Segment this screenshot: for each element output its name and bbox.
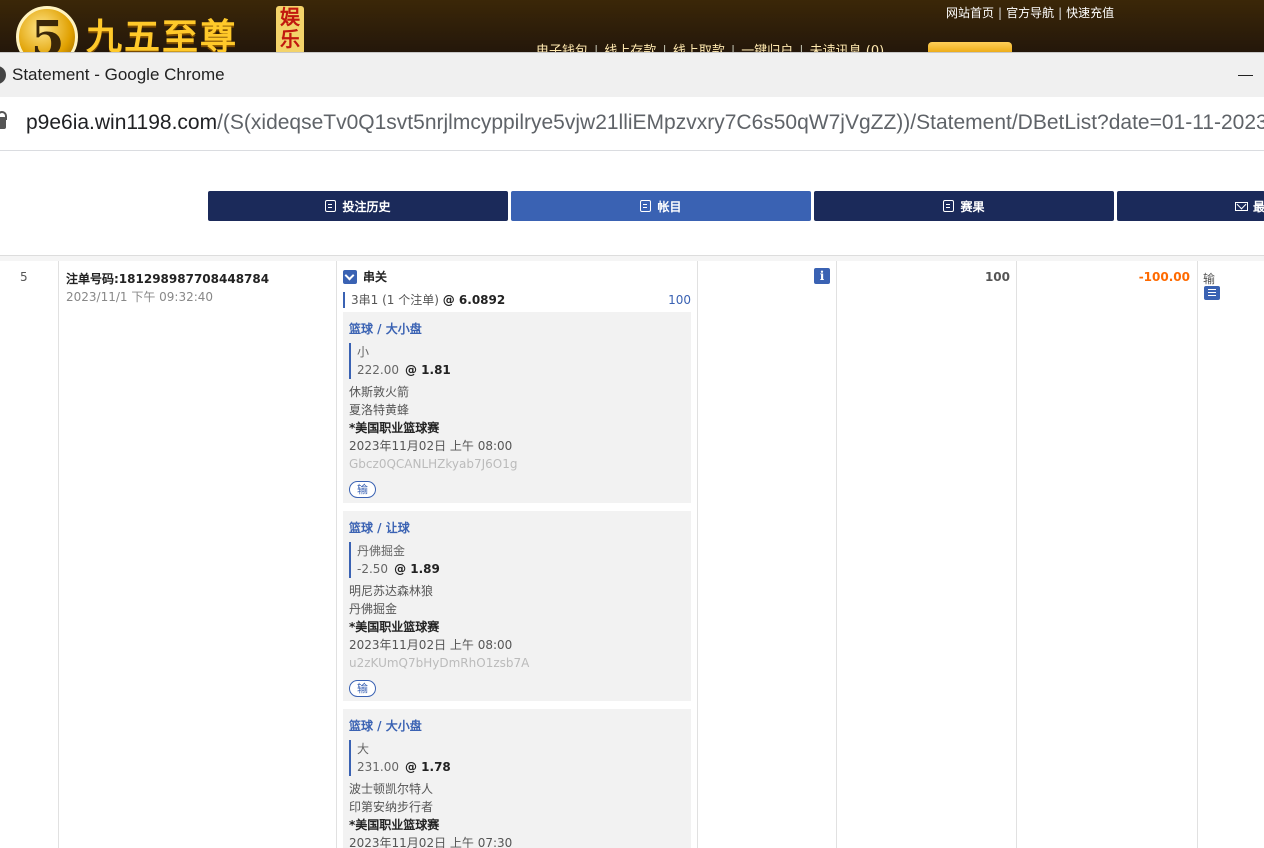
tab-bet-history[interactable]: 投注历史 <box>208 191 508 221</box>
leg-home-team: 明尼苏达森林狼 <box>349 584 434 598</box>
site-gold-button[interactable] <box>928 42 1012 52</box>
leg-kickoff: 2023年11月02日 上午 08:00 <box>349 439 513 453</box>
column-divider <box>836 261 837 848</box>
leg-status-badge: 输 <box>349 481 376 498</box>
bet-number: 注单号码:181298987708448784 <box>66 272 270 286</box>
url-host: p9e6ia.win1198.com <box>26 111 218 134</box>
leg-pick: 丹佛掘金 -2.50 @ 1.89 <box>349 542 685 578</box>
leg-league: *美国职业篮球赛 <box>349 818 440 832</box>
nav-messages[interactable]: 未读讯息 (0) <box>810 44 885 52</box>
url-path: /(S(xideqseTv0Q1svt5nrjlmcyppilrye5vjw21… <box>217 111 1264 134</box>
leg-ref-id: Gbcz0QCANLHZkyab7J6O1g <box>349 457 518 471</box>
leg-kickoff: 2023年11月02日 上午 07:30 <box>349 836 513 848</box>
results-icon <box>943 200 955 212</box>
site-top-links: 网站首页 | 官方导航 | 快速充值 <box>946 6 1115 20</box>
nav-withdraw[interactable]: 线上取款 <box>673 44 725 52</box>
leg-selection: 小 <box>357 345 370 359</box>
minimize-button[interactable] <box>1232 61 1260 89</box>
bet-win-loss: -100.00 <box>1138 270 1190 284</box>
statement-page: 投注历史 帐目 赛果 最 5 注单号码:181298987708448784 2… <box>0 151 1264 848</box>
leg-league: *美国职业篮球赛 <box>349 421 440 435</box>
lock-icon[interactable] <box>0 111 7 129</box>
leg-away-team: 丹佛掘金 <box>349 602 398 616</box>
leg-odds: @ 1.78 <box>405 760 451 774</box>
leg-league: *美国职业篮球赛 <box>349 620 440 634</box>
column-divider <box>336 261 337 848</box>
link-home[interactable]: 网站首页 <box>946 6 994 20</box>
bet-time: 2023/11/1 下午 09:32:40 <box>66 290 214 304</box>
link-quick-recharge[interactable]: 快速充值 <box>1066 6 1114 20</box>
column-divider <box>697 261 698 848</box>
parlay-leg: 篮球 / 让球 丹佛掘金 -2.50 @ 1.89 明尼苏达森林狼 丹佛掘金 *美… <box>343 511 691 701</box>
leg-market: 篮球 / 大小盘 <box>349 322 422 336</box>
clipboard-icon <box>325 200 337 212</box>
combo-stake: 100 <box>668 293 691 307</box>
leg-line: 222.00 <box>357 363 399 377</box>
bet-stake: 100 <box>984 270 1010 284</box>
site-logo-tag: 娱乐 <box>276 6 304 52</box>
leg-home-team: 波士顿凯尔特人 <box>349 782 434 796</box>
leg-home-team: 休斯敦火箭 <box>349 385 410 399</box>
url-text[interactable]: p9e6ia.win1198.com/(S(xideqseTv0Q1svt5nr… <box>26 111 1264 135</box>
leg-market: 篮球 / 让球 <box>349 521 410 535</box>
column-divider <box>1016 261 1017 848</box>
parlay-type: 串关 <box>363 270 388 284</box>
document-icon[interactable] <box>1204 286 1220 300</box>
leg-pick: 大 231.00 @ 1.78 <box>349 740 685 776</box>
bet-result: 输 <box>1203 272 1216 286</box>
site-logo-icon[interactable]: 5 <box>16 6 78 52</box>
nav-ewallet[interactable]: 电子钱包 <box>536 44 588 52</box>
parlay-header[interactable]: 串关 <box>343 268 693 285</box>
parlay-details: 串关 3串1 (1 个注单) @ 6.0892 100 篮球 / 大小盘 小 2… <box>343 268 693 848</box>
leg-ref-id: u2zKUmQ7bHyDmRhO1zsb7A <box>349 656 530 670</box>
ledger-icon <box>640 200 652 212</box>
parlay-combo: 3串1 (1 个注单) @ 6.0892 100 <box>343 292 693 308</box>
window-title: Statement - Google Chrome <box>12 65 225 84</box>
combo-odds: @ 6.0892 <box>442 293 506 307</box>
leg-line: 231.00 <box>357 760 399 774</box>
address-bar[interactable]: p9e6ia.win1198.com/(S(xideqseTv0Q1svt5nr… <box>0 97 1264 151</box>
leg-odds: @ 1.81 <box>405 363 451 377</box>
leg-market: 篮球 / 大小盘 <box>349 719 422 733</box>
nav-deposit[interactable]: 线上存款 <box>604 44 656 52</box>
tab-announcements[interactable]: 最 <box>1117 191 1264 221</box>
parlay-leg: 篮球 / 大小盘 小 222.00 @ 1.81 休斯敦火箭 夏洛特黄蜂 *美国职… <box>343 312 691 503</box>
nav-consolidate[interactable]: 一键归户 <box>741 44 793 52</box>
leg-kickoff: 2023年11月02日 上午 08:00 <box>349 638 513 652</box>
site-logo-text: 九五至尊 <box>86 16 239 52</box>
chrome-app-icon <box>0 66 6 84</box>
link-official-nav[interactable]: 官方导航 <box>1006 6 1054 20</box>
statement-tabs: 投注历史 帐目 赛果 最 <box>208 191 1264 221</box>
chrome-window: Statement - Google Chrome p9e6ia.win1198… <box>0 52 1264 848</box>
parlay-leg: 篮球 / 大小盘 大 231.00 @ 1.78 波士顿凯尔特人 印第安纳步行者 … <box>343 709 691 848</box>
leg-selection: 丹佛掘金 <box>357 544 406 558</box>
chevron-down-icon[interactable] <box>343 269 357 284</box>
info-icon[interactable]: i <box>814 268 830 284</box>
leg-odds: @ 1.89 <box>394 562 440 576</box>
site-header: 5 九五至尊 娱乐 网站首页 | 官方导航 | 快速充值 电子钱包 | 线上存款 | 线上取款 |… <box>0 0 1264 52</box>
column-divider <box>1197 261 1198 848</box>
leg-status-badge: 输 <box>349 680 376 697</box>
leg-line: -2.50 <box>357 562 389 576</box>
site-nav: 电子钱包 | 线上存款 | 线上取款 | 一键归户 | 未读讯息 (0) <box>536 40 884 52</box>
table-row: 5 注单号码:181298987708448784 2023/11/1 下午 0… <box>0 261 1264 848</box>
leg-away-team: 夏洛特黄蜂 <box>349 403 410 417</box>
leg-away-team: 印第安纳步行者 <box>349 800 434 814</box>
mail-icon <box>1235 201 1248 211</box>
row-index: 5 <box>20 270 28 284</box>
leg-selection: 大 <box>357 742 370 756</box>
tab-results[interactable]: 赛果 <box>814 191 1114 221</box>
window-titlebar: Statement - Google Chrome <box>0 53 1264 97</box>
leg-pick: 小 222.00 @ 1.81 <box>349 343 685 379</box>
tab-statement[interactable]: 帐目 <box>511 191 811 221</box>
column-divider <box>58 261 59 848</box>
